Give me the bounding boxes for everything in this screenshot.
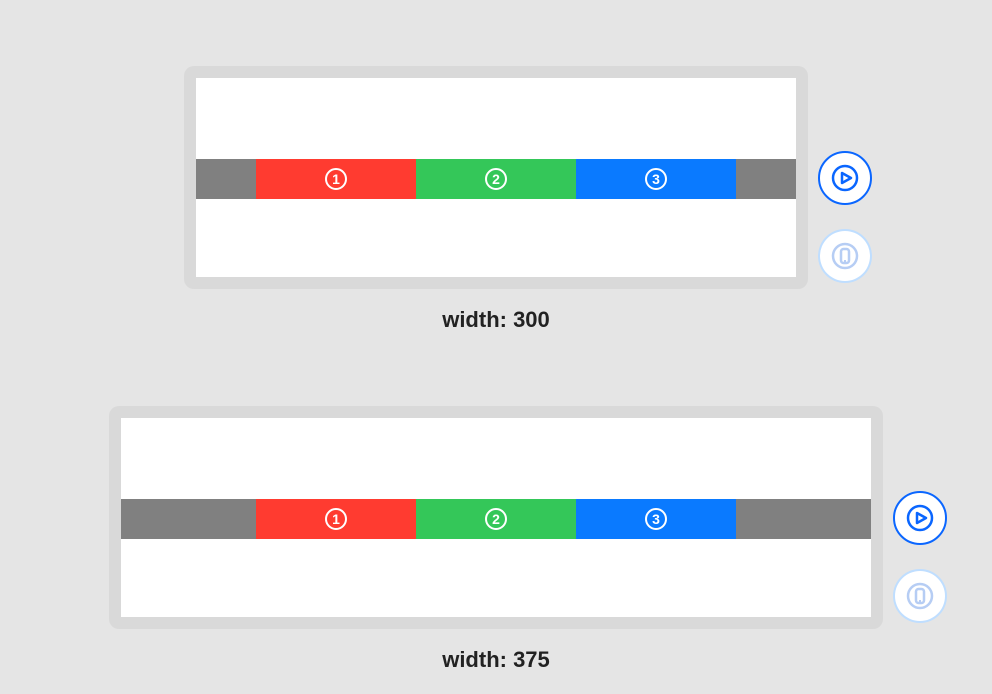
preview-frame: 1 2 3	[184, 66, 808, 289]
svg-text:1: 1	[332, 511, 340, 527]
caption-label: width: 375	[442, 647, 550, 673]
tab-gutter-left	[196, 159, 256, 199]
example-block-300: 1 2 3 width: 300	[0, 66, 992, 333]
tab-1[interactable]: 1	[256, 499, 416, 539]
tab-gutter-right	[736, 499, 871, 539]
device-button[interactable]	[893, 569, 947, 623]
preview-canvas: 1 2 3	[196, 78, 796, 277]
tab-3[interactable]: 3	[576, 499, 736, 539]
preview-frame: 1 2 3	[109, 406, 883, 629]
example-block-375: 1 2 3 width: 375	[0, 406, 992, 673]
device-icon	[831, 242, 859, 270]
device-icon	[906, 582, 934, 610]
tab-gutter-left	[121, 499, 256, 539]
device-button[interactable]	[818, 229, 872, 283]
controls-group	[893, 491, 947, 623]
tab-bar: 1 2 3	[196, 159, 796, 199]
svg-text:2: 2	[492, 511, 500, 527]
play-button[interactable]	[893, 491, 947, 545]
tab-3[interactable]: 3	[576, 159, 736, 199]
tab-2[interactable]: 2	[416, 499, 576, 539]
tab-bar: 1 2 3	[121, 499, 871, 539]
svg-text:1: 1	[332, 171, 340, 187]
tab-1[interactable]: 1	[256, 159, 416, 199]
play-icon	[906, 504, 934, 532]
caption-label: width: 300	[442, 307, 550, 333]
svg-text:2: 2	[492, 171, 500, 187]
preview-canvas: 1 2 3	[121, 418, 871, 617]
controls-group	[818, 151, 872, 283]
play-icon	[831, 164, 859, 192]
tab-2[interactable]: 2	[416, 159, 576, 199]
svg-text:3: 3	[652, 511, 660, 527]
play-button[interactable]	[818, 151, 872, 205]
svg-text:3: 3	[652, 171, 660, 187]
tab-gutter-right	[736, 159, 796, 199]
